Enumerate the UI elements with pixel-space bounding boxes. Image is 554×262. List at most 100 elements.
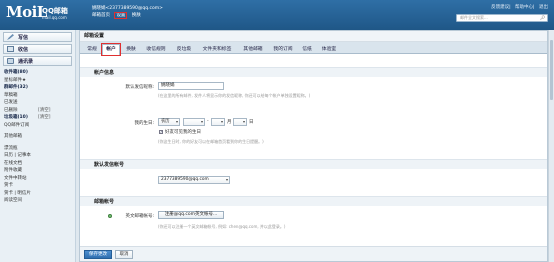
sidebar-item-label: 漂流瓶 (4, 145, 18, 151)
header-nav: 邮箱首页 设置 换肤 (92, 12, 163, 19)
sidebar-item-other-mailboxes[interactable]: 其他邮箱 (0, 133, 75, 141)
day-suffix: 日 (249, 120, 254, 125)
birthday-label: 我的生日: (134, 121, 154, 126)
receive-button[interactable]: 收信 (3, 44, 72, 54)
compose-button[interactable]: 写信 (3, 32, 72, 42)
receive-label: 收信 (18, 46, 29, 53)
chevron-down-icon: ▾ (242, 119, 245, 124)
sidebar-item-starred[interactable]: 星标邮件★ (0, 77, 75, 85)
sidebar-item-label: 贺卡 (4, 183, 13, 188)
contacts-button[interactable]: 通讯录 (3, 56, 72, 66)
tab-stationery[interactable]: 信纸 (300, 45, 314, 54)
sidebar-item-label: 已发送 (4, 100, 18, 105)
empty-deleted-link[interactable]: [清空] (38, 107, 51, 115)
scroll-thumb[interactable] (550, 40, 553, 100)
cancel-button[interactable]: 取消 (115, 250, 133, 259)
nickname-hint: (在这里的所有邮件, 发件人将显示你的发信昵称, 你还可以给每个帐户单独设置昵称… (158, 93, 311, 98)
sidebar-item-label: 附件收藏 (4, 168, 22, 173)
tab-folders-labels[interactable]: 文件夹和标签 (198, 45, 236, 54)
english-account-hint: (你还可以注册一个英文邮箱帐号, 例如: chen@qq.com, 并以此登录。… (158, 224, 286, 229)
qq-mail-logo[interactable]: MoiL QQ邮箱 mail.qq.com (6, 5, 68, 21)
help-center-link[interactable]: 帮助中心 (515, 5, 533, 10)
tab-other-mailboxes[interactable]: 其他邮箱 (240, 45, 266, 54)
tab-lab[interactable]: 体验室 (318, 45, 340, 54)
feedback-link[interactable]: 反馈建议 (491, 5, 509, 10)
sidebar-item-label: 阅读空间 (4, 198, 22, 203)
sidebar-item-calendar-notes[interactable]: 日历 | 记事本 (0, 152, 75, 160)
nav-settings[interactable]: 设置 (114, 12, 128, 19)
sidebar-item-label: 星标邮件★ (4, 77, 27, 83)
pencil-icon (7, 34, 14, 40)
tab-anti-spam[interactable]: 反垃圾 (173, 45, 195, 54)
sidebar-item-drafts[interactable]: 草稿箱 (0, 92, 75, 100)
sidebar-item-spam[interactable]: 垃圾箱(10) [清空] (0, 114, 75, 122)
chevron-down-icon: ▾ (225, 177, 228, 182)
save-button[interactable]: 保存更改 (84, 250, 112, 259)
action-bar: 保存更改 取消 (80, 246, 547, 261)
nav-mailbox-home[interactable]: 邮箱首页 (92, 13, 110, 18)
sidebar: 写信 收信 通讯录 收件箱(80) 星标邮件★ 群邮件(32) 草稿箱 已发送 … (0, 30, 76, 262)
sidebar-item-subscriptions[interactable]: QQ邮件订阅 (0, 122, 75, 130)
nav-change-skin[interactable]: 换肤 (132, 13, 141, 18)
friends-visible-label: 好友可见我的生日 (165, 130, 201, 135)
calendar-type-select[interactable]: 农历 ▾ (158, 118, 180, 126)
top-header: MoiL QQ邮箱 mail.qq.com 姚晓娟<2377389590@qq.… (0, 0, 554, 30)
sidebar-item-file-transfer[interactable]: 文件中转站 (0, 175, 75, 183)
sidebar-item-cards[interactable]: 贺卡 (0, 182, 75, 190)
birth-year-select[interactable]: ▾ (183, 118, 205, 126)
calendar-type-value: 农历 (161, 119, 170, 124)
sidebar-item-inbox[interactable]: 收件箱(80) (0, 69, 75, 77)
settings-tabs: 常规 帐户 换肤 收信规则 反垃圾 文件夹和标签 其他邮箱 我的订阅 信纸 体验… (80, 42, 547, 56)
default-sender-select[interactable]: 2377389590@qq.com ▾ (158, 176, 230, 184)
sidebar-item-label: 其他邮箱 (4, 134, 22, 139)
friends-visible-checkbox[interactable]: ✓ (159, 130, 163, 134)
birthday-hint: (你这生日时, 你的好友可以在邮箱首页看到你的生日提醒。) (158, 139, 264, 144)
tab-skin[interactable]: 换肤 (123, 45, 139, 54)
sidebar-item-drift-bottle[interactable]: 漂流瓶 (0, 145, 75, 153)
compose-label: 写信 (18, 34, 29, 41)
sidebar-item-label: 在线文档 (4, 160, 22, 166)
sidebar-item-label: QQ邮件订阅 (4, 122, 30, 128)
search-icon[interactable]: 🔎︎ (540, 15, 545, 21)
sidebar-item-label: 贺卡 | 明信片 (4, 190, 31, 196)
sidebar-item-deleted[interactable]: 已删除 [清空] (0, 107, 75, 115)
nickname-input[interactable]: 姚晓娟 (158, 82, 224, 90)
birth-month-select[interactable]: ▾ (211, 118, 225, 126)
contacts-label: 通讯录 (18, 58, 34, 65)
empty-spam-link[interactable]: [清空] (38, 114, 51, 122)
mail-search-input[interactable]: 邮件全文搜索... 🔎︎ (456, 14, 548, 22)
register-english-account-button[interactable]: 注册@qq.com英文帐号... (158, 211, 224, 219)
inbox-icon (7, 46, 14, 52)
tab-account[interactable]: 帐户 (101, 43, 121, 56)
chevron-down-icon: ▾ (200, 119, 203, 124)
top-right-links: 反馈建议| 帮助中心| 退出 (491, 5, 548, 10)
birth-day-select[interactable]: ▾ (233, 118, 247, 126)
logo-domain-text: mail.qq.com (42, 15, 67, 20)
month-suffix: 月 (227, 120, 232, 125)
sidebar-item-label: 已删除 (4, 107, 18, 113)
sidebar-item-sent[interactable]: 已发送 (0, 99, 75, 107)
search-placeholder: 邮件全文搜索... (460, 15, 488, 20)
sidebar-item-label: 群邮件(32) (4, 85, 28, 90)
settings-panel: 邮箱设置 常规 帐户 换肤 收信规则 反垃圾 文件夹和标签 其他邮箱 我的订阅 … (79, 30, 548, 262)
tab-receive-rules[interactable]: 收信规则 (142, 45, 170, 54)
logout-link[interactable]: 退出 (539, 5, 548, 10)
mail-account-heading: 邮箱帐号 (80, 196, 547, 206)
sidebar-item-label: 草稿箱 (4, 92, 18, 98)
folder-list: 收件箱(80) 星标邮件★ 群邮件(32) 草稿箱 已发送 已删除 [清空] 垃圾… (0, 69, 75, 205)
chevron-down-icon: ▾ (220, 119, 223, 124)
sidebar-item-online-docs[interactable]: 在线文档 (0, 160, 75, 168)
user-info: 姚晓娟<2377389590@qq.com> 邮箱首页 设置 换肤 (92, 5, 163, 19)
sidebar-item-group-mail[interactable]: 群邮件(32) (0, 84, 75, 92)
english-account-label: 英文邮箱帐号: (125, 214, 154, 219)
year-separator: - (207, 119, 209, 124)
default-sender-value: 2377389590@qq.com (161, 177, 209, 182)
sidebar-item-label: 垃圾箱(10) (4, 115, 28, 120)
sidebar-item-reading[interactable]: 阅读空间 (0, 197, 75, 205)
sidebar-item-attachments[interactable]: 附件收藏 (0, 167, 75, 175)
page-scrollbar[interactable] (548, 30, 554, 262)
nickname-label: 默认发信昵称: (125, 85, 154, 90)
tab-general[interactable]: 常规 (84, 45, 100, 54)
tab-subscriptions[interactable]: 我的订阅 (270, 45, 296, 54)
sidebar-item-postcards[interactable]: 贺卡 | 明信片 (0, 190, 75, 198)
